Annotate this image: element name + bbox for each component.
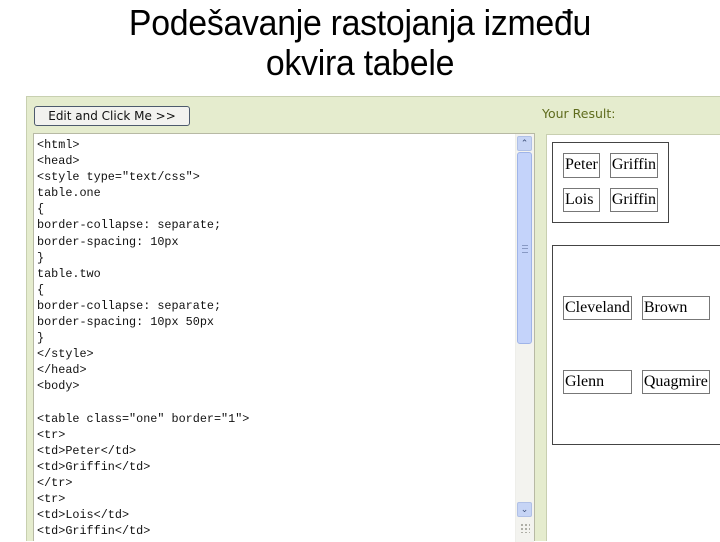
table-cell: Lois <box>563 187 600 212</box>
result-table-one: Peter Griffin Lois Griffin <box>552 142 670 223</box>
result-frame: Peter Griffin Lois Griffin Cleveland Bro… <box>546 134 720 541</box>
chevron-up-icon: ⌃ <box>520 138 529 148</box>
tryit-panel: Edit and Click Me >> Your Result: <html>… <box>26 96 720 542</box>
table-cell: Brown <box>641 296 710 320</box>
scroll-up-button[interactable]: ⌃ <box>517 136 532 151</box>
table-row: Lois Griffin <box>563 187 659 212</box>
table-cell: Glenn <box>563 370 632 394</box>
code-editor[interactable]: <html> <head> <style type="text/css"> ta… <box>33 133 535 542</box>
chevron-down-icon: ⌄ <box>520 504 529 514</box>
scroll-thumb[interactable] <box>517 152 532 344</box>
edit-and-click-button[interactable]: Edit and Click Me >> <box>34 106 190 126</box>
code-textarea[interactable]: <html> <head> <style type="text/css"> ta… <box>37 137 249 539</box>
table-cell: Quagmire <box>641 370 710 394</box>
your-result-label: Your Result: <box>542 106 616 121</box>
table-cell: Peter <box>563 153 600 178</box>
editor-scrollbar[interactable]: ⌃ ⌄ <box>515 134 534 542</box>
table-cell: Griffin <box>609 153 659 178</box>
result-table-two: Cleveland Brown Glenn Quagmire <box>552 245 720 445</box>
scroll-down-button[interactable]: ⌄ <box>517 502 532 517</box>
table-row: Peter Griffin <box>563 153 659 178</box>
slide-title-line-2: okvira tabele <box>265 42 455 83</box>
grip-icon <box>522 245 528 253</box>
table-cell: Cleveland <box>563 296 632 320</box>
table-row: Cleveland Brown <box>563 296 710 320</box>
table-row: Glenn Quagmire <box>563 370 710 394</box>
table-cell: Griffin <box>609 187 659 212</box>
slide-title-line-1: Podešavanje rastojanja između <box>128 2 592 43</box>
resize-grip-icon[interactable] <box>520 523 530 533</box>
slide-title: Podešavanje rastojanja između okvira tab… <box>0 0 720 83</box>
